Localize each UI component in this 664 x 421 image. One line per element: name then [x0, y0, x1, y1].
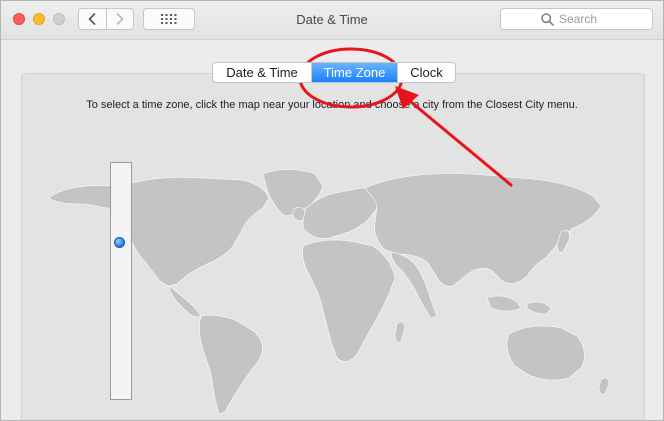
back-button[interactable]	[79, 9, 106, 29]
show-all-button[interactable]	[143, 8, 195, 30]
minimize-window-button[interactable]	[33, 13, 45, 25]
forward-button[interactable]	[105, 9, 134, 29]
tab-time-zone[interactable]: Time Zone	[311, 63, 397, 82]
search-icon	[541, 13, 554, 26]
navigation-buttons	[78, 8, 134, 30]
tab-date-time[interactable]: Date & Time	[213, 63, 311, 82]
zoom-window-button[interactable]	[53, 13, 65, 25]
chevron-right-icon	[116, 13, 124, 25]
time-zone-instruction: To select a time zone, click the map nea…	[86, 99, 578, 111]
title-bar: Date & Time	[1, 1, 663, 40]
preferences-window: Date & Time Date & Time Time Zone Clock …	[0, 0, 664, 421]
grid-icon	[161, 14, 177, 24]
tab-bar: Date & Time Time Zone Clock	[212, 62, 456, 83]
chevron-left-icon	[88, 13, 96, 25]
tab-clock[interactable]: Clock	[397, 63, 455, 82]
time-zone-highlight	[110, 162, 132, 400]
close-window-button[interactable]	[13, 13, 25, 25]
search-field[interactable]	[500, 8, 653, 30]
location-pin-icon[interactable]	[114, 237, 125, 248]
search-input[interactable]	[559, 10, 647, 28]
